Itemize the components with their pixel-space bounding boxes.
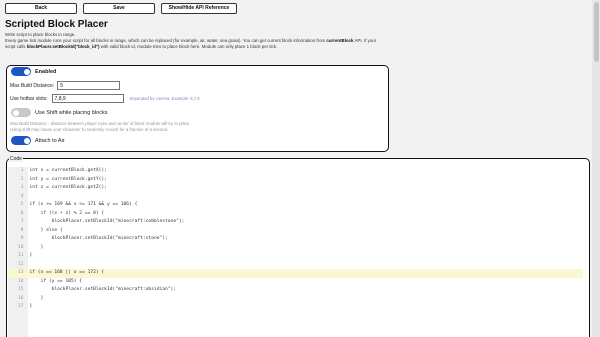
scrollbar-thumb[interactable] <box>593 2 599 62</box>
code-text: } else { <box>29 227 63 233</box>
line-number: 13 <box>17 270 24 275</box>
description: Write script to place blocks in range. E… <box>5 32 385 50</box>
code-line[interactable]: 17} <box>8 303 583 312</box>
line-number: 10 <box>17 244 24 250</box>
toggle-knob <box>12 109 19 116</box>
enabled-label: Enabled <box>35 68 57 75</box>
line-number: 11 <box>17 253 24 258</box>
code-line[interactable]: 12 <box>8 261 583 270</box>
page-scrollbar[interactable] <box>592 0 600 337</box>
code-line[interactable]: 11} <box>8 252 583 261</box>
line-number: 14 <box>17 278 24 284</box>
code-text: if ((x + z) % 2 == 0) { <box>29 210 105 216</box>
attach-row: Attach to Air <box>11 136 65 145</box>
description-text: Every game tick module runs your script … <box>5 38 327 43</box>
code-text: if (x >= 169 && x <= 171 && y == 106) { <box>29 202 138 207</box>
line-number: 3 <box>20 185 24 190</box>
attach-toggle[interactable] <box>11 136 31 145</box>
code-text: int y = currentBlock.getY(); <box>29 176 107 182</box>
code-text: } <box>29 244 44 250</box>
enabled-row: Enabled <box>11 67 56 76</box>
code-legend: Code <box>9 156 23 162</box>
code-text: } <box>29 295 44 301</box>
line-number: 17 <box>17 304 24 309</box>
save-button[interactable]: Save <box>83 3 155 14</box>
code-text: blockPlacer.setBlockId("minecraft:obsidi… <box>29 287 177 292</box>
enabled-toggle[interactable] <box>11 67 31 76</box>
toggle-api-reference-button[interactable]: Show/Hide API Reference <box>161 3 237 14</box>
line-number: 8 <box>20 227 24 233</box>
toggle-knob <box>23 68 30 75</box>
code-line[interactable]: 9 blockPlacer.setBlockId("minecraft:ston… <box>8 235 583 244</box>
line-number: 9 <box>20 236 24 241</box>
code-text: int z = currentBlock.getZ(); <box>29 185 107 190</box>
code-line[interactable]: 5 if (x >= 169 && x <= 171 && y == 106) { <box>8 201 583 210</box>
code-line[interactable]: 2 int y = currentBlock.getY(); <box>8 176 583 185</box>
code-text: blockPlacer.setBlockId("minecraft:stone"… <box>29 236 168 241</box>
toggle-knob <box>23 137 30 144</box>
code-text: if (x == 168 || x == 172) { <box>29 270 105 275</box>
description-line-2: Every game tick module runs your script … <box>5 38 385 50</box>
shift-toggle[interactable] <box>11 108 31 117</box>
code-line[interactable]: 4 <box>8 193 583 202</box>
hotbar-hint: Separated by comma. Example: 6,7,8 <box>129 96 200 101</box>
code-line[interactable]: 14 if (y == 105) { <box>8 278 583 287</box>
line-number: 16 <box>17 295 24 301</box>
line-number: 2 <box>20 176 24 182</box>
max-distance-input[interactable] <box>57 81 121 90</box>
code-line[interactable]: 6 if ((x + z) % 2 == 0) { <box>8 210 583 219</box>
line-number: 4 <box>20 193 24 199</box>
shift-label: Use Shift while placing blocks <box>35 109 108 116</box>
code-line[interactable]: 8 } else { <box>8 227 583 236</box>
line-number: 12 <box>17 261 24 267</box>
description-text: with valid block id, module tries to pla… <box>99 44 278 49</box>
settings-panel: Enabled Max Build Distance: Use hotbar s… <box>6 65 389 152</box>
page-title: Scripted Block Placer <box>5 19 108 30</box>
code-text: } <box>29 253 33 258</box>
line-number: 7 <box>20 219 24 224</box>
hotbar-label: Use hotbar slots: <box>10 95 48 102</box>
hotbar-row: Use hotbar slots: Separated by comma. Ex… <box>10 94 200 103</box>
attach-label: Attach to Air <box>35 137 65 144</box>
code-text: int x = currentBlock.getX(); <box>29 168 107 173</box>
code-line[interactable]: 13 if (x == 168 || x == 172) { <box>7 269 583 278</box>
code-text: if (y == 105) { <box>29 278 83 284</box>
description-api-name: currentBlock <box>326 38 354 43</box>
code-line[interactable]: 1 int x = currentBlock.getX(); <box>8 167 583 176</box>
code-editor[interactable]: 1 int x = currentBlock.getX(); 2 int y = cu… <box>7 167 583 312</box>
max-distance-row: Max Build Distance: <box>10 81 121 90</box>
back-button[interactable]: Back <box>5 3 77 14</box>
code-text: } <box>29 304 33 309</box>
line-number: 15 <box>17 287 24 292</box>
code-line[interactable]: 16 } <box>8 295 583 304</box>
code-line[interactable]: 15 blockPlacer.setBlockId("minecraft:obs… <box>8 286 583 295</box>
code-line[interactable]: 3 int z = currentBlock.getZ(); <box>8 184 583 193</box>
line-number: 6 <box>20 210 24 216</box>
code-text: blockPlacer.setBlockId("minecraft:cobble… <box>29 219 185 224</box>
description-api-call: blockPlacer.setBlockId("block_id") <box>26 44 100 49</box>
line-number: 1 <box>20 168 24 173</box>
code-line[interactable]: 10 } <box>8 244 583 253</box>
shift-note: Using shift may cause your character to … <box>10 127 169 132</box>
code-line[interactable]: 7 blockPlacer.setBlockId("minecraft:cobb… <box>8 218 583 227</box>
line-number: 5 <box>20 202 24 207</box>
max-distance-label: Max Build Distance: <box>10 82 55 89</box>
shift-row: Use Shift while placing blocks <box>11 108 107 117</box>
hotbar-input[interactable] <box>51 94 124 103</box>
toolbar: Back Save Show/Hide API Reference <box>5 3 237 14</box>
